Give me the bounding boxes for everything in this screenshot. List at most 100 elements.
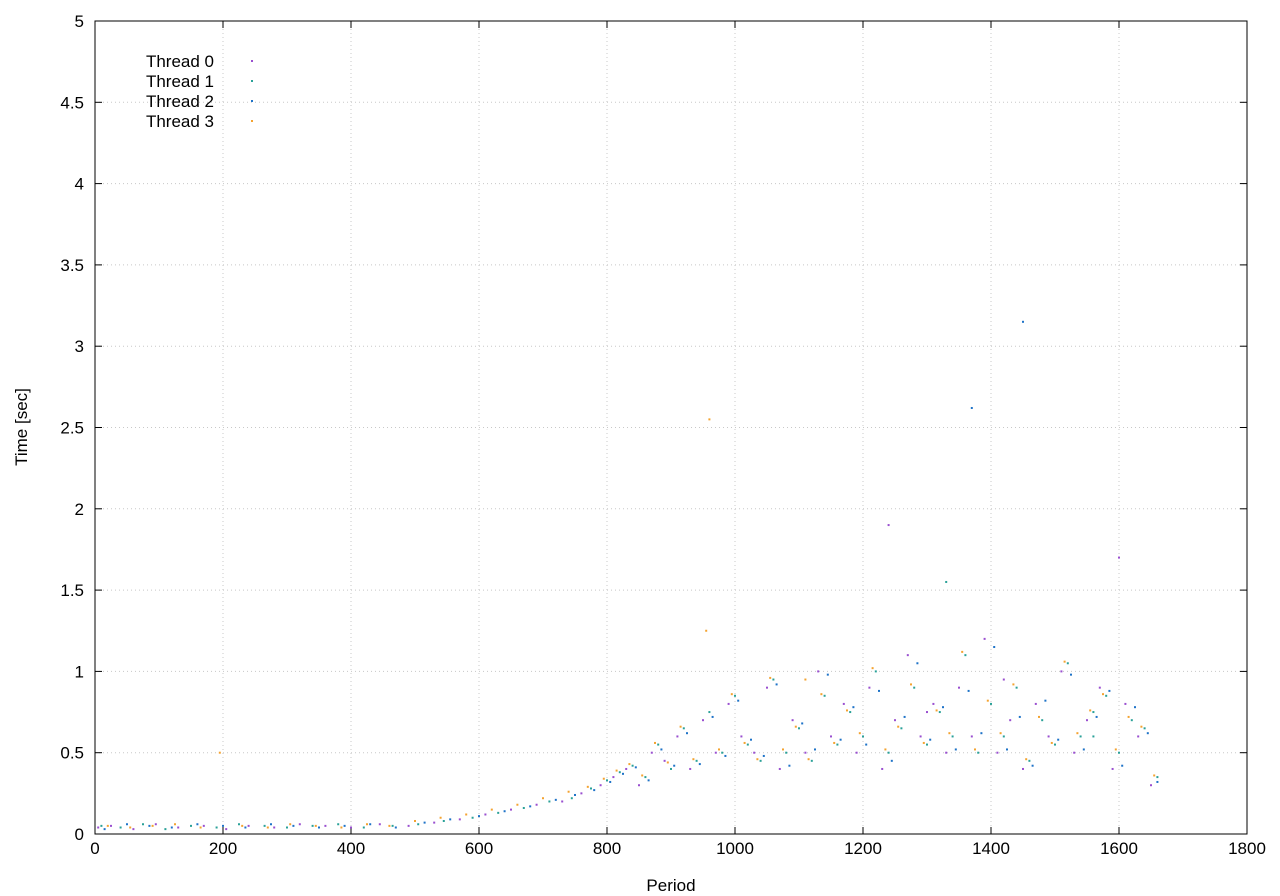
data-point-thread-2 [529, 805, 532, 808]
data-point-thread-2 [916, 662, 919, 665]
data-point-thread-0 [689, 767, 692, 770]
data-point-thread-2 [1018, 715, 1021, 718]
data-point-thread-0 [919, 735, 922, 738]
data-point-thread-1 [497, 811, 500, 814]
data-point-thread-0 [378, 823, 381, 826]
data-point-thread-2 [1022, 320, 1024, 323]
data-point-thread-0 [273, 826, 276, 829]
data-point-thread-2 [865, 743, 868, 746]
data-point-thread-3 [218, 751, 221, 754]
data-point-thread-0 [887, 524, 890, 527]
data-point-thread-1 [1041, 719, 1044, 722]
data-point-thread-1 [119, 826, 122, 829]
x-tick-label: 800 [593, 839, 621, 858]
data-point-thread-1 [215, 826, 218, 829]
data-point-thread-0 [727, 702, 730, 705]
data-point-thread-3 [289, 823, 292, 826]
data-point-thread-1 [945, 580, 948, 583]
x-tick-label: 1800 [1228, 839, 1266, 858]
data-point-thread-2 [737, 699, 740, 702]
data-point-thread-1 [1092, 711, 1095, 714]
legend-marker [251, 80, 253, 82]
data-point-thread-0 [945, 751, 948, 754]
data-point-thread-3 [708, 418, 711, 421]
data-point-thread-0 [970, 735, 973, 738]
data-point-thread-0 [676, 735, 679, 738]
data-point-thread-2 [967, 689, 970, 692]
data-point-thread-0 [433, 821, 436, 824]
data-point-thread-1 [682, 727, 685, 730]
y-tick-label: 2.5 [60, 419, 84, 438]
data-point-thread-2 [775, 683, 778, 686]
data-point-thread-2 [449, 818, 452, 821]
legend-marker [251, 100, 253, 102]
data-point-thread-1 [1054, 743, 1056, 746]
data-point-thread-1 [1143, 727, 1146, 730]
data-point-thread-1 [874, 670, 877, 673]
data-point-thread-2 [1006, 748, 1008, 751]
x-axis-label: Period [646, 876, 695, 895]
data-point-thread-1 [836, 743, 839, 746]
data-point-thread-1 [606, 779, 608, 782]
data-point-thread-3 [586, 785, 589, 788]
data-point-thread-2 [647, 779, 650, 782]
data-point-thread-3 [1025, 758, 1028, 761]
data-point-thread-2 [686, 732, 688, 735]
data-point-thread-2 [1031, 764, 1034, 767]
data-point-thread-3 [465, 813, 468, 816]
data-point-thread-1 [1066, 662, 1069, 665]
data-point-thread-1 [164, 828, 167, 831]
data-point-thread-3 [858, 732, 861, 735]
x-tick-labels: 0 200 400 600 800 1000 1200 1400 1600 1800 [90, 839, 1266, 858]
data-point-thread-2 [609, 780, 612, 783]
data-point-thread-0 [625, 767, 628, 770]
data-point-thread-0 [753, 751, 756, 754]
data-point-thread-3 [692, 758, 695, 761]
data-point-thread-1 [644, 776, 647, 779]
y-tick-label: 3.5 [60, 256, 84, 275]
data-point-thread-3 [654, 741, 656, 744]
data-point-thread-2 [970, 406, 973, 409]
data-point-thread-1 [810, 759, 813, 762]
data-point-thread-3 [628, 763, 631, 766]
data-point-thread-1 [926, 743, 928, 746]
data-point-thread-3 [884, 748, 887, 751]
legend-label: Thread 0 [146, 52, 214, 71]
data-point-thread-1 [1156, 776, 1159, 779]
data-point-thread-3 [871, 667, 874, 670]
data-point-thread-1 [990, 702, 992, 705]
data-point-thread-2 [574, 793, 576, 796]
data-point-thread-0 [1047, 735, 1050, 738]
legend-marker [251, 60, 253, 62]
data-point-thread-1 [1028, 759, 1031, 762]
data-point-thread-1 [142, 823, 144, 826]
data-point-thread-3 [743, 741, 746, 744]
data-point-thread-3 [567, 790, 570, 793]
data-point-thread-3 [129, 826, 132, 829]
data-point-thread-0 [926, 711, 928, 714]
x-tick-label: 0 [90, 839, 99, 858]
x-tick-label: 1600 [1100, 839, 1138, 858]
data-point-thread-3 [769, 676, 772, 679]
data-point-thread-2 [814, 748, 816, 751]
data-point-thread-1 [631, 764, 634, 767]
data-point-thread-3 [542, 797, 544, 800]
data-point-thread-2 [369, 823, 372, 826]
data-point-thread-0 [1034, 702, 1037, 705]
data-point-thread-1 [263, 824, 266, 827]
data-point-thread-0 [663, 759, 666, 762]
data-point-thread-0 [1137, 735, 1140, 738]
data-point-thread-3 [1076, 732, 1079, 735]
data-point-thread-1 [618, 771, 621, 774]
data-point-thread-1 [798, 727, 800, 730]
y-tick-labels: 0 0.5 1 1.5 2 2.5 3 3.5 4 4.5 5 [60, 12, 84, 844]
data-point-thread-1 [286, 826, 288, 829]
data-point-thread-2 [698, 763, 701, 766]
data-point-thread-0 [324, 824, 327, 827]
data-point-thread-3 [833, 741, 836, 744]
data-point-thread-0 [868, 686, 871, 689]
data-point-thread-3 [388, 824, 391, 827]
data-point-thread-1 [442, 819, 445, 822]
data-point-thread-2 [801, 722, 804, 725]
y-tick-label: 0 [75, 825, 84, 844]
